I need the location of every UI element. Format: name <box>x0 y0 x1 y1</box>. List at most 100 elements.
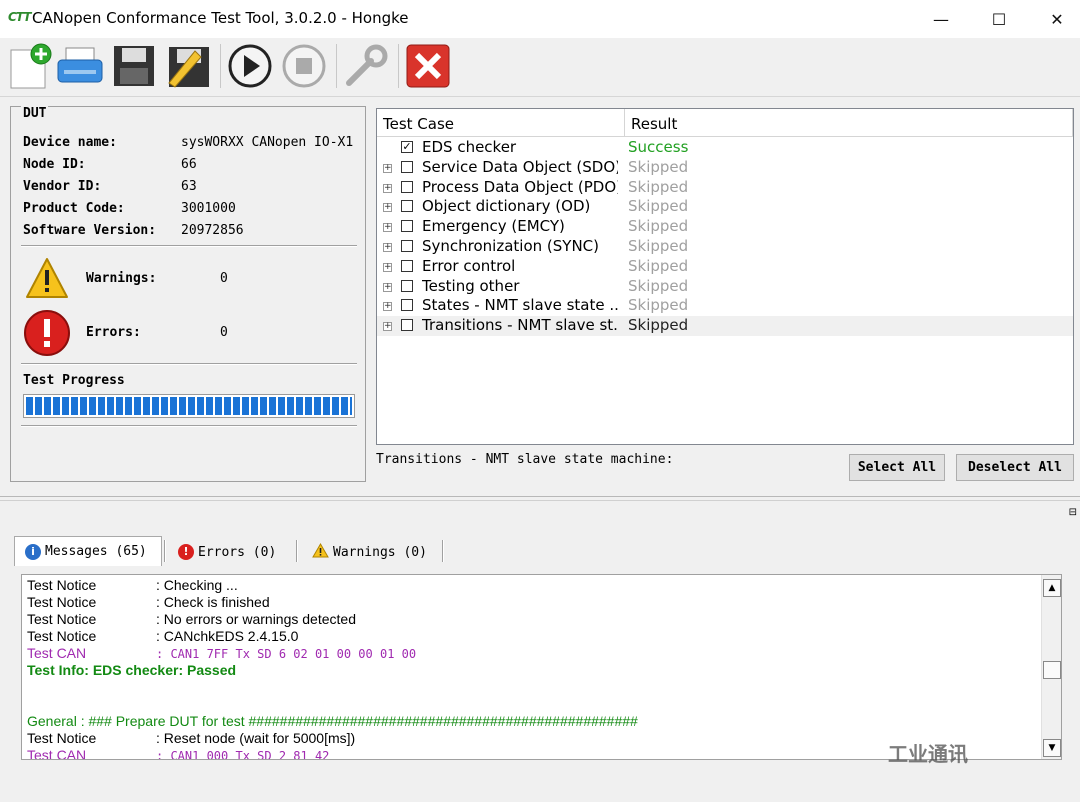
message-log[interactable]: Test Notice : Checking ... Test Notice : Ch… <box>21 574 1062 760</box>
vendor-id-row: Vendor ID: 63 <box>23 179 197 194</box>
test-case-checkbox[interactable] <box>401 279 413 292</box>
expand-icon[interactable]: + <box>383 243 392 252</box>
close-button[interactable]: ✕ <box>1030 0 1080 38</box>
expand-icon[interactable]: + <box>383 322 392 332</box>
test-progress-label: Test Progress <box>23 373 125 388</box>
test-case-result: Skipped <box>628 197 689 216</box>
tab-warnings[interactable]: Warnings (0) <box>312 538 440 566</box>
vendor-id-value: 63 <box>181 179 197 194</box>
test-case-checkbox[interactable] <box>401 200 413 213</box>
node-id-row: Node ID: 66 <box>23 157 197 172</box>
test-case-row[interactable]: + Process Data Object (PDO) Skipped <box>377 178 1073 198</box>
log-source: Test Notice <box>27 577 97 593</box>
test-case-checkbox[interactable] <box>401 259 413 272</box>
scroll-down-icon[interactable]: ▼ <box>1043 739 1061 757</box>
product-code-value: 3001000 <box>181 201 236 216</box>
test-case-row[interactable]: + Service Data Object (SDO) Skipped <box>377 158 1073 178</box>
test-case-checkbox[interactable] <box>401 160 413 173</box>
test-case-name: Synchronization (SYNC) <box>422 237 599 255</box>
test-case-row[interactable]: + Synchronization (SYNC) Skipped <box>377 237 1073 257</box>
scroll-up-icon[interactable]: ▲ <box>1043 579 1061 597</box>
test-case-checkbox[interactable] <box>401 319 413 332</box>
new-icon[interactable] <box>6 42 54 90</box>
info-icon: i <box>25 543 41 560</box>
watermark: 工业通讯 <box>888 742 968 766</box>
log-source: Test Notice <box>27 628 97 644</box>
exit-icon[interactable] <box>404 42 452 90</box>
test-progress-bar <box>23 394 355 418</box>
expand-icon[interactable]: + <box>383 203 392 213</box>
log-source: Test CAN <box>27 747 87 760</box>
test-case-row[interactable]: ✓ EDS checker Success <box>377 138 1073 158</box>
stop-icon[interactable] <box>280 42 328 90</box>
test-case-checkbox[interactable] <box>401 299 413 312</box>
scroll-thumb[interactable] <box>1043 661 1061 679</box>
select-all-button[interactable]: Select All <box>849 454 945 481</box>
test-case-name: Emergency (EMCY) <box>422 217 565 236</box>
log-line: Test CAN: CAN1 000 Tx SD 2 81 42 <box>27 747 329 760</box>
expand-icon[interactable]: + <box>383 223 392 233</box>
test-case-name: States - NMT slave state ... <box>422 296 618 315</box>
software-version-value: 20972856 <box>181 223 244 238</box>
log-line: Test Info: EDS checker: Passed <box>27 662 236 679</box>
test-case-name: Error control <box>422 256 516 275</box>
column-header-test-case[interactable]: Test Case <box>377 109 625 137</box>
warnings-label: Warnings: <box>86 271 157 286</box>
expand-icon[interactable]: + <box>383 183 392 193</box>
node-id-value: 66 <box>181 157 197 172</box>
test-case-row[interactable]: + Testing other Skipped <box>377 277 1073 297</box>
print-icon[interactable] <box>56 42 104 90</box>
log-source: Test Notice <box>27 730 97 746</box>
panel-splitter[interactable] <box>0 496 1080 497</box>
errors-count: 0 <box>220 325 228 340</box>
tab-messages[interactable]: i Messages (65) <box>14 536 162 566</box>
test-case-row[interactable]: + States - NMT slave state ... Skipped <box>377 296 1073 316</box>
test-case-result: Skipped <box>628 256 689 275</box>
test-case-result: Skipped <box>628 316 689 335</box>
test-case-description: Transitions - NMT slave state machine: <box>376 452 674 467</box>
progress-fill <box>26 397 352 415</box>
test-case-name: Object dictionary (OD) <box>422 197 591 216</box>
tab-errors[interactable]: ! Errors (0) <box>178 538 290 566</box>
test-case-checkbox[interactable] <box>401 240 413 252</box>
dut-label: DUT <box>21 106 49 121</box>
test-case-checkbox[interactable] <box>401 180 413 193</box>
expand-icon[interactable]: + <box>383 262 392 272</box>
expand-icon[interactable]: + <box>383 163 392 173</box>
dut-panel: DUT Device name: sysWORXX CANopen IO-X1 N… <box>10 106 366 482</box>
play-icon[interactable] <box>226 42 274 90</box>
pin-icon[interactable]: ⊟ <box>1069 507 1077 518</box>
test-case-checkbox[interactable]: ✓ <box>401 141 413 153</box>
maximize-button[interactable]: ☐ <box>972 0 1026 38</box>
log-scrollbar[interactable]: ▲ ▼ <box>1041 575 1061 759</box>
test-case-checkbox[interactable] <box>401 220 413 233</box>
test-case-tree[interactable]: Test Case Result ✓ EDS checker Success + Ser… <box>376 108 1074 445</box>
test-case-result: Skipped <box>628 237 689 255</box>
test-case-row[interactable]: + Emergency (EMCY) Skipped <box>377 217 1073 237</box>
log-message: : Reset node (wait for 5000[ms]) <box>156 730 356 746</box>
test-case-row[interactable]: + Error control Skipped <box>377 257 1073 277</box>
log-line: Test Notice : Checking ... <box>27 577 238 594</box>
toolbar <box>0 38 1080 96</box>
log-message: : Checking ... <box>156 577 238 593</box>
warning-small-icon <box>312 542 329 562</box>
expand-icon[interactable]: + <box>383 282 392 292</box>
log-message: : Check is finished <box>156 594 270 610</box>
save-icon[interactable] <box>110 42 158 90</box>
log-line: Test Notice : Check is finished <box>27 594 270 611</box>
log-message: : CAN1 7FF Tx SD 6 02 01 00 00 01 00 <box>156 647 417 661</box>
test-case-row[interactable]: + Object dictionary (OD) Skipped <box>377 197 1073 217</box>
test-case-name: Transitions - NMT slave st... <box>422 316 618 335</box>
log-line: General : ### Prepare DUT for test #####… <box>27 713 638 730</box>
deselect-all-button[interactable]: Deselect All <box>956 454 1074 481</box>
wrench-icon[interactable] <box>342 42 390 90</box>
log-source: Test Notice <box>27 594 97 610</box>
log-source: Test CAN <box>27 645 87 661</box>
device-name-row: Device name: sysWORXX CANopen IO-X1 <box>23 135 354 150</box>
app-logo: CTT <box>8 10 31 24</box>
edit-save-icon[interactable] <box>164 42 212 90</box>
test-case-row[interactable]: + Transitions - NMT slave st... Skipped <box>377 316 1073 337</box>
column-header-result[interactable]: Result <box>625 109 1073 137</box>
expand-icon[interactable]: + <box>383 302 392 312</box>
minimize-button[interactable]: — <box>914 0 968 38</box>
